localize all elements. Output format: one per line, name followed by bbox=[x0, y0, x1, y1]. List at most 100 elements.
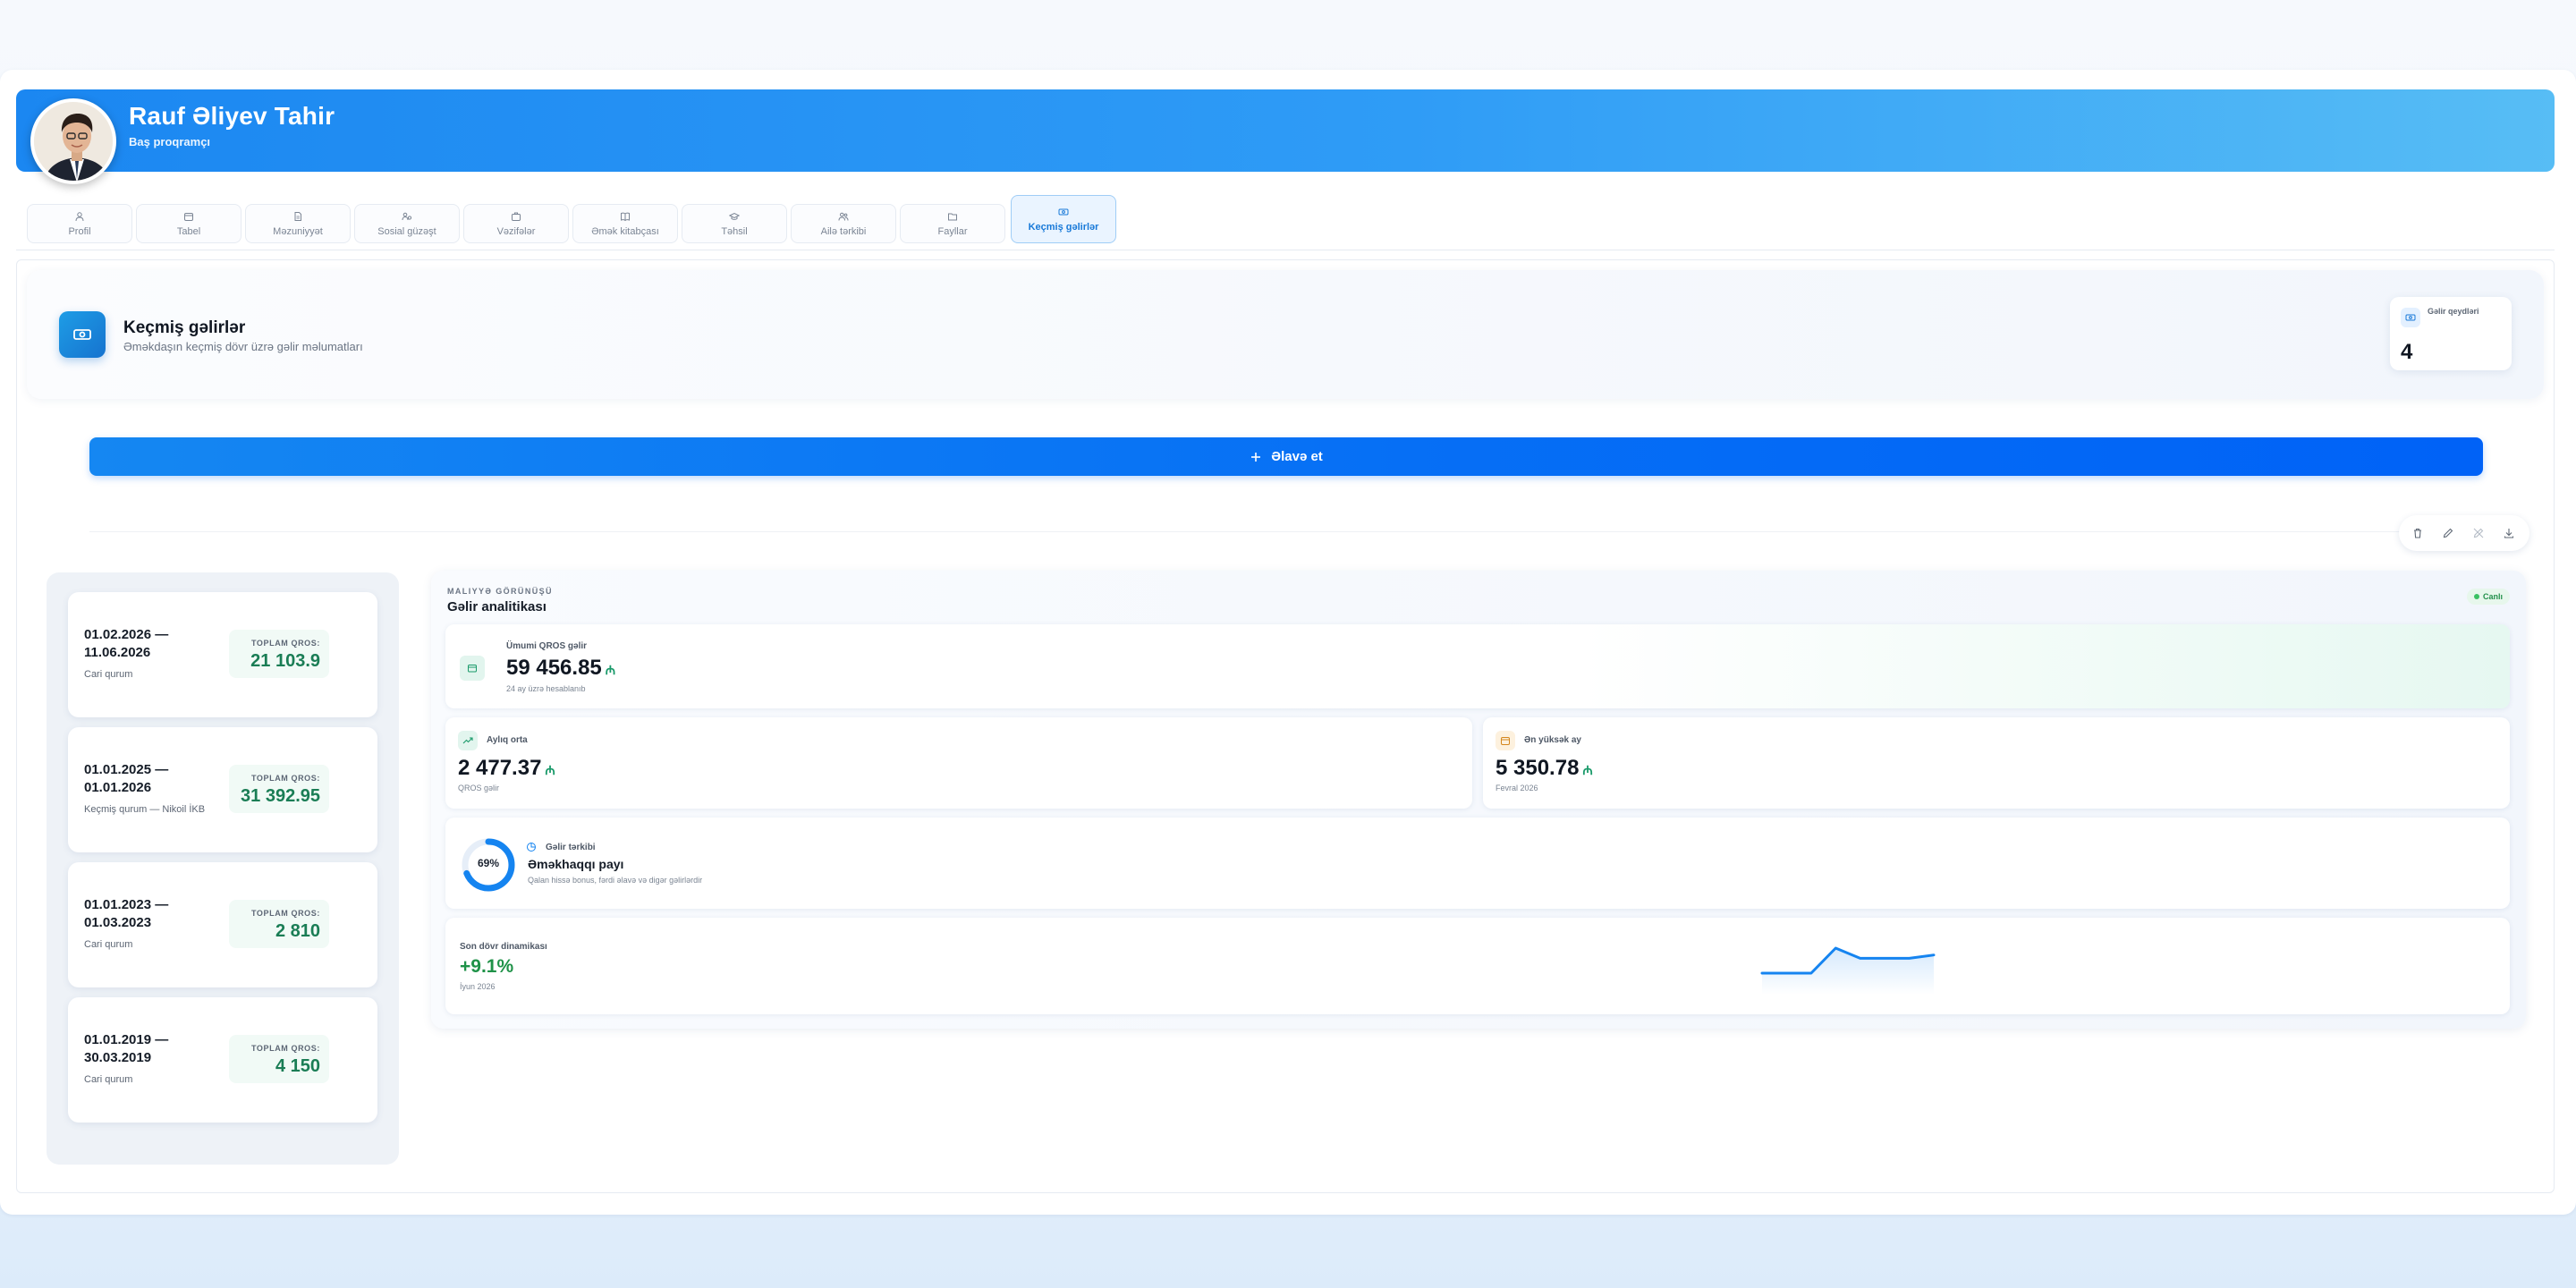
period-total: TOPLAM QROS: 4 150 bbox=[229, 1035, 329, 1083]
tab-label: Fayllar bbox=[937, 225, 968, 237]
trend-card bbox=[445, 918, 2510, 1014]
money-icon bbox=[59, 311, 106, 358]
trend-value: +9.1% bbox=[460, 956, 514, 977]
period-total-value: 4 150 bbox=[275, 1056, 320, 1076]
tab-label: Profil bbox=[68, 225, 91, 237]
monthly-caption: QROS gəlir bbox=[458, 784, 500, 792]
period-total-label: TOPLAM QROS: bbox=[250, 1044, 320, 1053]
period-org: Keçmiş qurum — Nikoil İKB bbox=[84, 804, 206, 815]
download-icon bbox=[2504, 529, 2514, 538]
folder-icon bbox=[948, 213, 957, 220]
composition-label: Gəlir tərkibi bbox=[546, 843, 596, 852]
period-dates: 01.01.2025 — 01.01.2026 bbox=[84, 762, 169, 795]
book-icon bbox=[621, 212, 630, 221]
tab-fayllar[interactable]: Fayllar bbox=[900, 204, 1005, 243]
tab-profil[interactable]: Profil bbox=[27, 204, 132, 243]
period-total: TOPLAM QROS: 31 392.95 bbox=[229, 765, 329, 813]
period-total-value: 21 103.9 bbox=[250, 651, 320, 671]
monthly-label: Aylıq orta bbox=[487, 735, 528, 745]
wallet-icon bbox=[460, 656, 485, 681]
period-org: Cari qurum bbox=[84, 939, 133, 950]
period-dates: 01.01.2019 — 30.03.2019 bbox=[84, 1032, 169, 1065]
trend-caption: İyun 2026 bbox=[460, 982, 496, 991]
sparkline-area bbox=[1762, 948, 1934, 995]
period-total-label: TOPLAM QROS: bbox=[250, 639, 320, 648]
edit-button[interactable] bbox=[2438, 523, 2458, 543]
tab-label: Vəzifələr bbox=[496, 225, 536, 237]
highest-amount: 5 350.78 bbox=[1496, 756, 1580, 780]
highest-label: Ən yüksək ay bbox=[1524, 735, 1581, 745]
period-total-label: TOPLAM QROS: bbox=[250, 909, 320, 918]
currency-sign: ₼ bbox=[545, 763, 555, 777]
composition-percent: 69% bbox=[477, 857, 500, 869]
section-title: Keçmiş gəlirlər bbox=[123, 318, 246, 337]
period-total-value: 31 392.95 bbox=[241, 786, 320, 806]
period-total-value: 2 810 bbox=[275, 921, 320, 941]
divider bbox=[89, 531, 2483, 532]
section-subtitle: Əməkdaşın keçmiş dövr üzrə gəlir məlumat… bbox=[123, 340, 363, 353]
highest-month-card bbox=[1483, 717, 2510, 809]
live-dot-icon bbox=[2473, 594, 2479, 599]
money-icon bbox=[1058, 208, 1069, 215]
user-icon bbox=[75, 211, 84, 221]
download-button[interactable] bbox=[2499, 523, 2519, 543]
period-dates: 01.02.2026 — 11.06.2026 bbox=[84, 627, 169, 660]
tab-sosial-guzest[interactable]: Sosial güzəşt bbox=[354, 204, 460, 243]
composition-caption: Qalan hissə bonus, fərdi əlavə və digər … bbox=[528, 876, 703, 885]
tab-label: Ailə tərkibi bbox=[820, 225, 867, 237]
pencil-off-icon bbox=[2473, 528, 2484, 538]
gross-caption: 24 ay üzrə hesablanıb bbox=[506, 684, 586, 693]
cancel-edit-button[interactable] bbox=[2469, 523, 2488, 543]
gross-income-card bbox=[445, 624, 2510, 708]
trend-sparkline bbox=[1760, 946, 1936, 995]
money-icon bbox=[2401, 308, 2420, 327]
period-total: TOPLAM QROS: 2 810 bbox=[229, 900, 329, 948]
composition-title: Əməkhaqqı payı bbox=[528, 857, 624, 871]
tab-aile-terkibi[interactable]: Ailə tərkibi bbox=[791, 204, 896, 243]
employee-name: Rauf Əliyev Tahir bbox=[129, 102, 335, 130]
calendar-icon bbox=[184, 212, 193, 221]
gross-value: 59 456.85 ₼ bbox=[506, 656, 615, 681]
period-dates: 01.01.2023 — 01.03.2023 bbox=[84, 897, 169, 930]
live-badge: Canlı bbox=[2467, 589, 2510, 605]
tab-vezifeler[interactable]: Vəzifələr bbox=[463, 204, 569, 243]
trend-label: Son dövr dinamikası bbox=[460, 942, 547, 952]
calendar-icon bbox=[1496, 731, 1515, 750]
records-count: 4 bbox=[2401, 340, 2413, 364]
currency-sign: ₼ bbox=[1582, 763, 1593, 777]
avatar[interactable] bbox=[30, 98, 116, 184]
highest-caption: Fevral 2026 bbox=[1496, 784, 1538, 792]
employee-role: Baş proqramçı bbox=[129, 135, 211, 148]
briefcase-icon bbox=[512, 212, 521, 221]
trash-icon bbox=[2414, 528, 2421, 538]
pie-chart-icon bbox=[524, 840, 538, 854]
tab-emek-kitabcasi[interactable]: Əmək kitabçası bbox=[572, 204, 678, 243]
tab-tehsil[interactable]: Təhsil bbox=[682, 204, 787, 243]
document-icon bbox=[294, 211, 301, 221]
period-org: Cari qurum bbox=[84, 669, 133, 680]
trending-up-icon bbox=[458, 731, 478, 750]
profile-header bbox=[16, 89, 2555, 172]
period-org: Cari qurum bbox=[84, 1074, 133, 1085]
pencil-icon bbox=[2443, 528, 2453, 538]
tab-label: Sosial güzəşt bbox=[377, 225, 436, 237]
records-label: Gəlir qeydləri bbox=[2428, 307, 2479, 316]
analytics-eyebrow: MALIYYƏ GÖRÜNÜŞÜ bbox=[447, 587, 553, 596]
graduation-cap-icon bbox=[729, 212, 740, 220]
tab-label: Əmək kitabçası bbox=[591, 225, 659, 237]
tab-kecmis-gelirler[interactable]: Keçmiş gəlirlər bbox=[1011, 195, 1116, 243]
plus-icon bbox=[1251, 452, 1261, 462]
monthly-value: 2 477.37 ₼ bbox=[458, 756, 555, 781]
period-total: TOPLAM QROS: 21 103.9 bbox=[229, 630, 329, 678]
tab-tabel[interactable]: Tabel bbox=[136, 204, 242, 243]
users-gear-icon bbox=[402, 212, 412, 220]
monthly-amount: 2 477.37 bbox=[458, 756, 542, 780]
add-button-label: Əlavə et bbox=[1271, 449, 1323, 464]
gross-amount: 59 456.85 bbox=[506, 656, 602, 680]
delete-button[interactable] bbox=[2408, 523, 2428, 543]
currency-sign: ₼ bbox=[605, 663, 616, 677]
family-icon bbox=[838, 212, 849, 221]
add-button[interactable]: Əlavə et bbox=[89, 437, 2483, 476]
tab-mezuniyyet[interactable]: Məzuniyyət bbox=[245, 204, 351, 243]
composition-card bbox=[445, 818, 2510, 909]
